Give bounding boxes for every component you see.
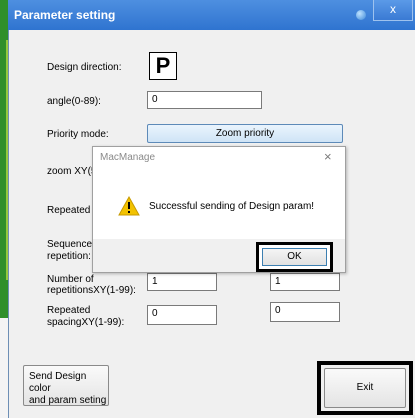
repeated-spacing-label: Repeated <box>47 305 91 316</box>
dialog-title: MacManage <box>100 152 156 163</box>
ok-button[interactable]: OK <box>262 248 327 266</box>
exit-button[interactable]: Exit <box>324 368 406 408</box>
dialog-message: Successful sending of Design param! <box>149 201 315 212</box>
repetition-label: repetition: <box>47 251 91 262</box>
number-of-repetitions-label-2: repetitionsXY(1-99): <box>47 285 136 296</box>
warning-icon <box>118 196 140 216</box>
priority-mode-label: Priority mode: <box>47 129 109 140</box>
send-design-button[interactable]: Send Design color and param seting <box>23 365 109 406</box>
app-status-icon <box>356 10 366 20</box>
window-close-button[interactable]: x <box>373 0 413 21</box>
design-direction-button[interactable]: P <box>149 52 177 80</box>
dialog-close-button[interactable]: × <box>324 149 332 164</box>
send-design-label-1: Send Design color <box>29 371 87 394</box>
number-of-repetitions-label: Number of <box>47 274 94 285</box>
angle-label: angle(0-89): <box>47 96 101 107</box>
window-title: Parameter setting <box>14 8 116 22</box>
repetitions-x-input[interactable]: 1 <box>147 273 217 291</box>
design-direction-label: Design direction: <box>47 62 122 73</box>
angle-input[interactable]: 0 <box>147 91 262 109</box>
repetitions-y-input[interactable]: 1 <box>270 273 340 291</box>
repeated-mode-label: Repeated n <box>47 205 99 216</box>
spacing-x-input[interactable]: 0 <box>147 305 217 325</box>
send-design-label-2: and param seting <box>29 395 107 406</box>
spacing-y-input[interactable]: 0 <box>270 302 340 322</box>
zoom-priority-button[interactable]: Zoom priority <box>147 124 343 143</box>
repeated-spacing-label-2: spacingXY(1-99): <box>47 317 125 328</box>
